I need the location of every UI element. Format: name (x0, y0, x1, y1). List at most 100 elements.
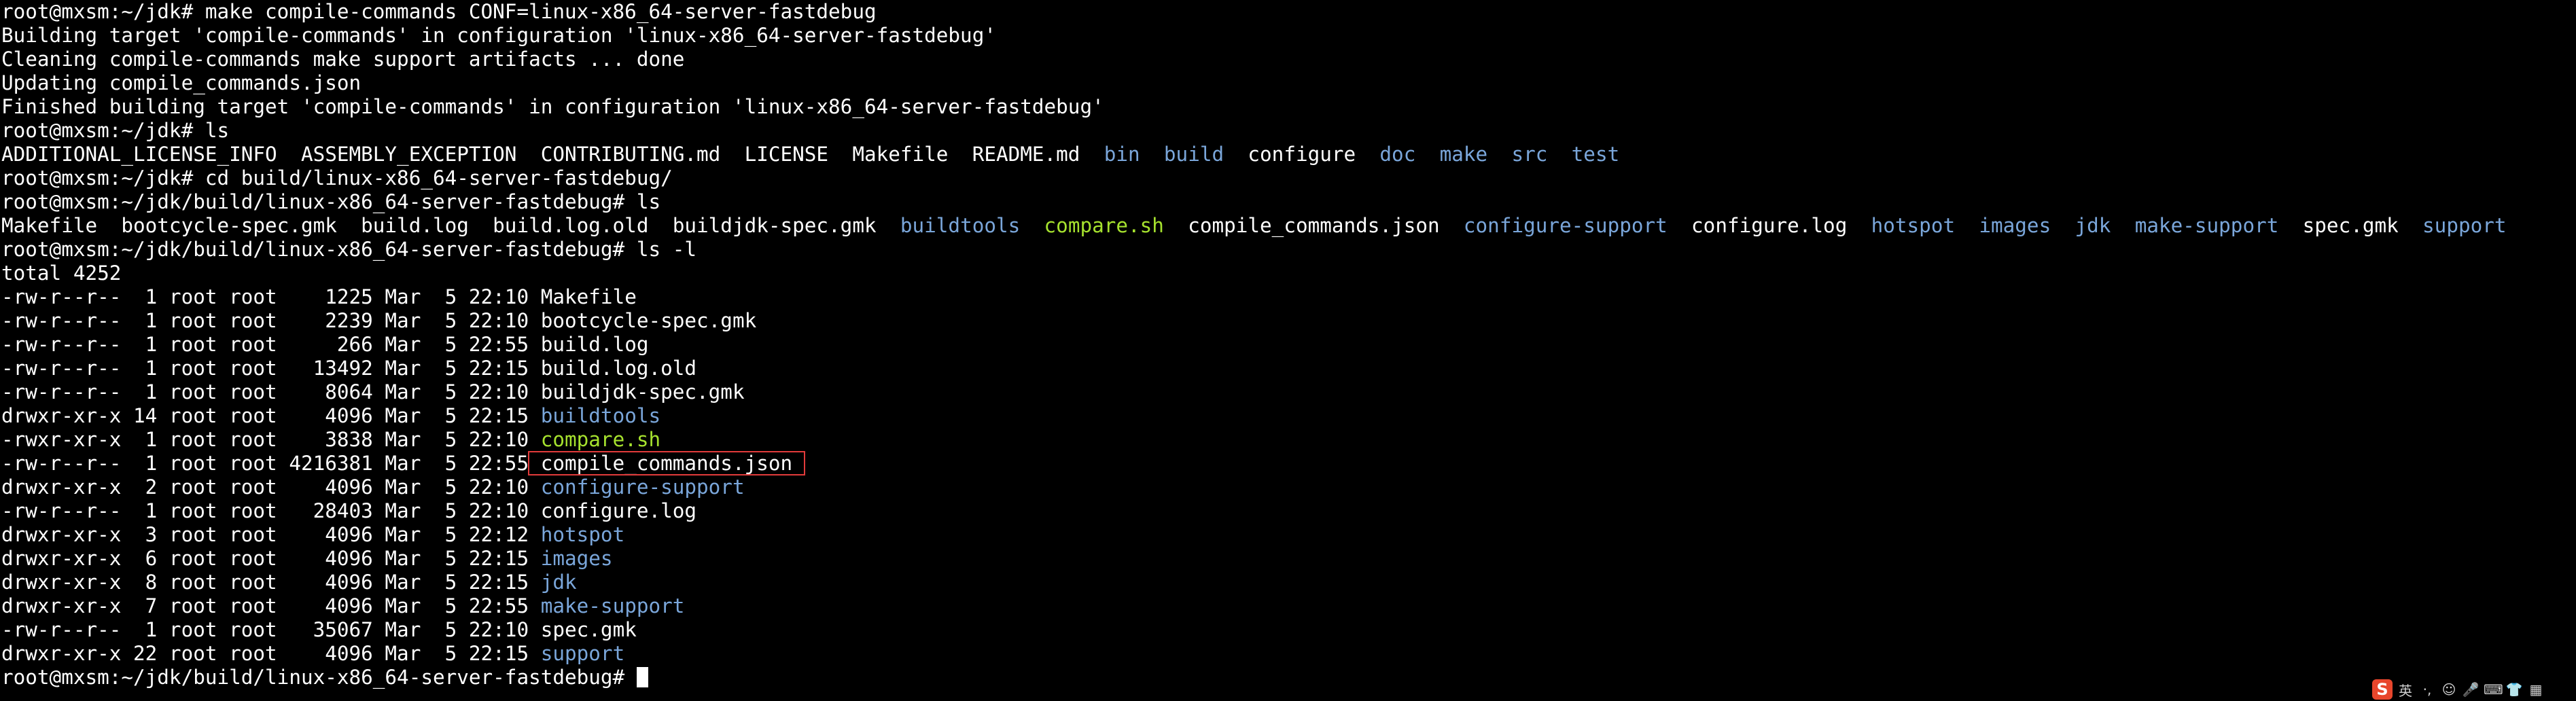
executable-name: compare.sh (540, 428, 661, 451)
terminal-line: -rw-r--r-- 1 root root 266 Mar 5 22:55 b… (1, 333, 2573, 357)
terminal-text: drwxr-xr-x 14 root root 4096 Mar 5 22:15 (1, 404, 541, 427)
terminal-text: -rw-r--r-- 1 root root 4216381 Mar 5 22:… (1, 452, 529, 475)
ime-mode-toggle[interactable]: 英 (2397, 680, 2414, 700)
microphone-icon[interactable]: 🎤 (2462, 681, 2480, 698)
terminal-text: root@mxsm:~/jdk# make compile-commands C… (1, 0, 877, 23)
terminal-line: root@mxsm:~/jdk# ls (1, 119, 2573, 143)
terminal-line: -rwxr-xr-x 1 root root 3838 Mar 5 22:10 … (1, 428, 2573, 452)
terminal-text: Makefile bootcycle-spec.gmk build.log bu… (1, 214, 900, 237)
directory-name: hotspot (1871, 214, 1956, 237)
terminal-line: Makefile bootcycle-spec.gmk build.log bu… (1, 214, 2573, 238)
terminal-text: -rw-r--r-- 1 root root 28403 Mar 5 22:10 (1, 499, 541, 522)
terminal-line: Updating compile_commands.json (1, 71, 2573, 95)
terminal-text: spec.gmk (2278, 214, 2423, 237)
terminal-text: drwxr-xr-x 6 root root 4096 Mar 5 22:15 (1, 547, 541, 570)
terminal-text: Makefile (540, 285, 637, 308)
terminal-line: ADDITIONAL_LICENSE_INFO ASSEMBLY_EXCEPTI… (1, 143, 2573, 166)
terminal-text: total 4252 (1, 262, 122, 285)
terminal-output[interactable]: root@mxsm:~/jdk# make compile-commands C… (1, 0, 2573, 701)
directory-name: configure-support (540, 475, 745, 499)
directory-name: test (1571, 143, 1620, 166)
terminal-line: -rw-r--r-- 1 root root 2239 Mar 5 22:10 … (1, 309, 2573, 333)
terminal-text: -rw-r--r-- 1 root root 8064 Mar 5 22:10 (1, 380, 541, 403)
terminal-text: -rw-r--r-- 1 root root 266 Mar 5 22:55 (1, 333, 541, 356)
terminal-text: Updating compile_commands.json (1, 71, 361, 94)
terminal-text: compile_commands.json (1163, 214, 1464, 237)
terminal-text: buildjdk-spec.gmk (540, 380, 745, 403)
directory-name: make-support (2134, 214, 2279, 237)
terminal-text: -rwxr-xr-x 1 root root 3838 Mar 5 22:10 (1, 428, 541, 451)
terminal-line: drwxr-xr-x 2 root root 4096 Mar 5 22:10 … (1, 475, 2573, 499)
terminal-line: drwxr-xr-x 8 root root 4096 Mar 5 22:15 … (1, 571, 2573, 594)
terminal-line: Building target 'compile-commands' in co… (1, 24, 2573, 48)
directory-name: jdk (2075, 214, 2111, 237)
keyboard-icon[interactable]: ⌨ (2484, 681, 2503, 698)
directory-name: support (2422, 214, 2507, 237)
terminal-line: -rw-r--r-- 1 root root 1225 Mar 5 22:10 … (1, 285, 2573, 309)
terminal-text: Building target 'compile-commands' in co… (1, 24, 996, 47)
terminal-line: drwxr-xr-x 22 root root 4096 Mar 5 22:15… (1, 642, 2573, 666)
emoji-icon[interactable]: ☺ (2440, 681, 2458, 698)
directory-name: make-support (540, 594, 685, 617)
terminal-line: -rw-r--r-- 1 root root 35067 Mar 5 22:10… (1, 618, 2573, 642)
terminal-text: root@mxsm:~/jdk/build/linux-x86_64-serve… (1, 666, 637, 689)
terminal-cursor[interactable] (636, 667, 648, 687)
terminal-line: drwxr-xr-x 7 root root 4096 Mar 5 22:55 … (1, 594, 2573, 618)
terminal-line: drwxr-xr-x 14 root root 4096 Mar 5 22:15… (1, 404, 2573, 428)
terminal-text: configure.log (540, 499, 697, 522)
terminal-line: -rw-r--r-- 1 root root 4216381 Mar 5 22:… (1, 451, 2573, 475)
directory-name: make (1439, 143, 1488, 166)
directory-name: src (1511, 143, 1548, 166)
punctuation-icon[interactable]: ·, (2418, 681, 2436, 698)
terminal-line: drwxr-xr-x 3 root root 4096 Mar 5 22:12 … (1, 523, 2573, 547)
terminal-text: root@mxsm:~/jdk# cd build/linux-x86_64-s… (1, 166, 673, 190)
terminal-text: root@mxsm:~/jdk# ls (1, 119, 230, 142)
terminal-text: configure (1224, 143, 1380, 166)
terminal-line: root@mxsm:~/jdk/build/linux-x86_64-serve… (1, 666, 2573, 689)
terminal-line: Cleaning compile-commands make support a… (1, 48, 2573, 71)
directory-name: jdk (540, 571, 577, 594)
terminal-text: configure.log (1667, 214, 1871, 237)
terminal-line: drwxr-xr-x 6 root root 4096 Mar 5 22:15 … (1, 547, 2573, 571)
terminal-line: root@mxsm:~/jdk# make compile-commands C… (1, 0, 2573, 24)
terminal-text: drwxr-xr-x 7 root root 4096 Mar 5 22:55 (1, 594, 541, 617)
terminal-text: bootcycle-spec.gmk (540, 309, 757, 332)
toolbox-icon[interactable]: ▦ (2527, 681, 2545, 698)
directory-name: hotspot (540, 523, 625, 546)
terminal-text: -rw-r--r-- 1 root root 1225 Mar 5 22:10 (1, 285, 541, 308)
terminal-text: spec.gmk (540, 618, 637, 641)
terminal-line: root@mxsm:~/jdk/build/linux-x86_64-serve… (1, 190, 2573, 214)
terminal-line: root@mxsm:~/jdk/build/linux-x86_64-serve… (1, 238, 2573, 262)
directory-name: images (540, 547, 613, 570)
terminal-line: root@mxsm:~/jdk# cd build/linux-x86_64-s… (1, 166, 2573, 190)
terminal-text: Finished building target 'compile-comman… (1, 95, 1104, 118)
terminal-line: -rw-r--r-- 1 root root 28403 Mar 5 22:10… (1, 499, 2573, 523)
terminal-text: ADDITIONAL_LICENSE_INFO ASSEMBLY_EXCEPTI… (1, 143, 1104, 166)
directory-name: buildtools (540, 404, 661, 427)
terminal-text: build.log.old (540, 357, 697, 380)
directory-name: configure-support (1463, 214, 1668, 237)
directory-name: support (540, 642, 625, 665)
ime-toolbar[interactable]: S 英 ·, ☺ 🎤 ⌨ 👕 ▦ (2372, 678, 2576, 701)
terminal-line: Finished building target 'compile-comman… (1, 95, 2573, 119)
terminal-text: drwxr-xr-x 22 root root 4096 Mar 5 22:15 (1, 642, 541, 665)
sogou-logo-icon[interactable]: S (2372, 679, 2393, 700)
terminal-text: -rw-r--r-- 1 root root 13492 Mar 5 22:15 (1, 357, 541, 380)
skin-icon[interactable]: 👕 (2505, 681, 2523, 698)
terminal-text: build.log (540, 333, 649, 356)
directory-name: bin (1104, 143, 1140, 166)
terminal-text: Cleaning compile-commands make support a… (1, 48, 685, 71)
terminal-line: -rw-r--r-- 1 root root 13492 Mar 5 22:15… (1, 357, 2573, 380)
terminal-text: drwxr-xr-x 8 root root 4096 Mar 5 22:15 (1, 571, 541, 594)
directory-name: buildtools (900, 214, 1021, 237)
executable-name: compare.sh (1044, 214, 1164, 237)
terminal-line: total 4252 (1, 262, 2573, 285)
terminal-text: root@mxsm:~/jdk/build/linux-x86_64-serve… (1, 238, 697, 261)
